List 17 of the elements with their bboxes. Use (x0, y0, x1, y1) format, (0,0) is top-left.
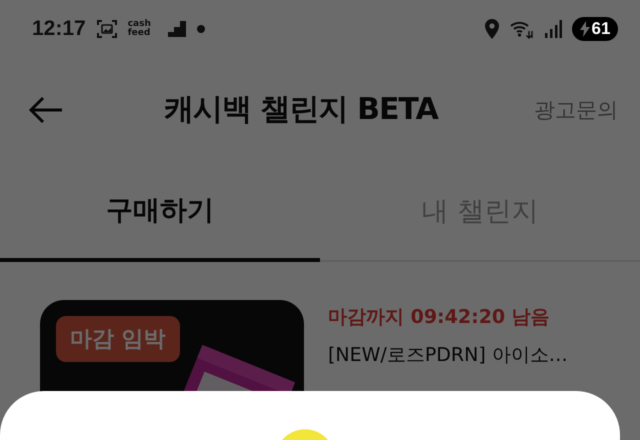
screenshot-icon (96, 19, 118, 40)
back-arrow-icon (28, 94, 64, 125)
ad-inquiry-link[interactable]: 광고문의 (534, 96, 618, 124)
app-label: cash feed (128, 20, 152, 38)
wifi-icon (510, 19, 534, 40)
location-icon (484, 19, 500, 40)
product-title: [NEW/로즈PDRN] 아이소… (328, 343, 568, 368)
battery-percent: 61 (592, 19, 610, 40)
charging-icon (580, 21, 590, 38)
status-time: 12:17 (32, 17, 86, 42)
page-title: 캐시백 챌린지 BETA (163, 91, 440, 130)
dot-icon (196, 24, 206, 34)
deadline-badge: 마감 임박 (56, 316, 180, 362)
countdown-text: 마감까지 09:42:20 남음 (328, 305, 551, 330)
tab[interactable]: 구매하기 (0, 161, 320, 262)
signal-icon (544, 20, 562, 38)
stairs-icon (168, 21, 186, 38)
